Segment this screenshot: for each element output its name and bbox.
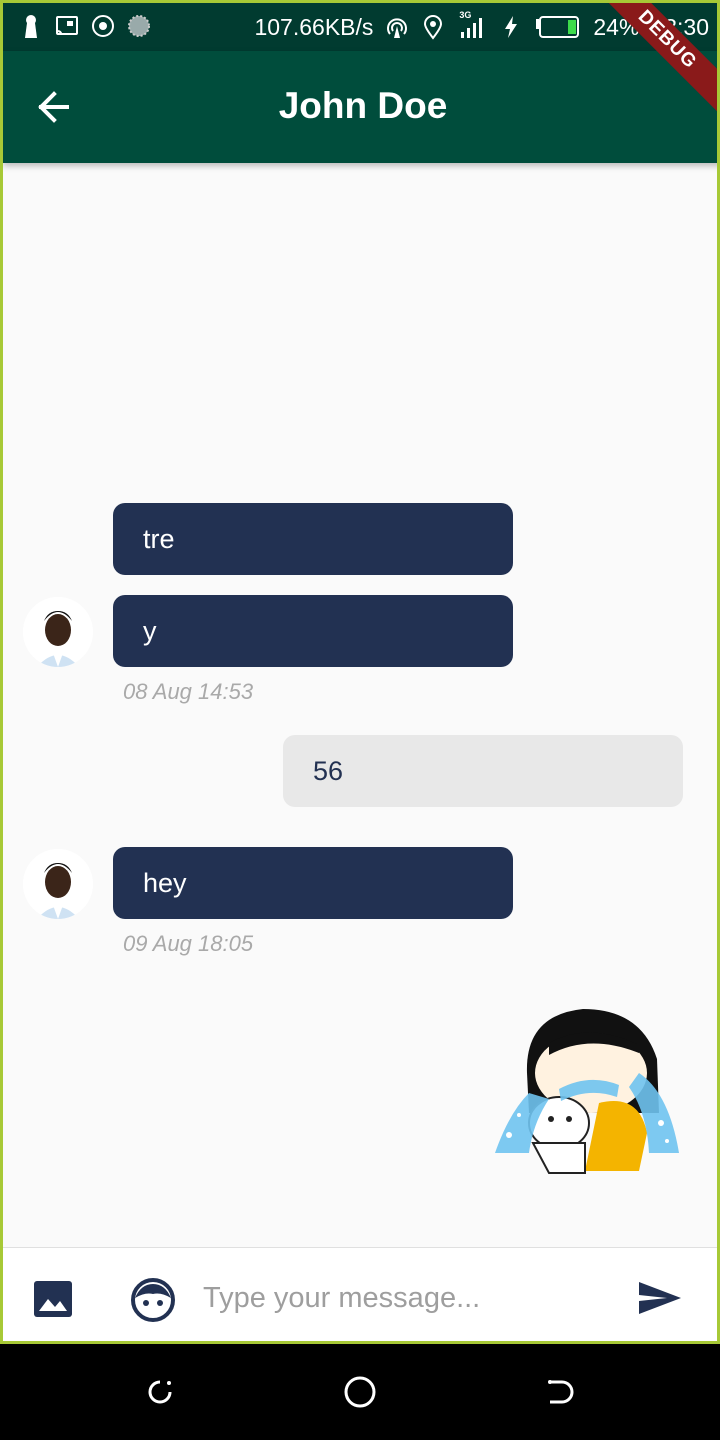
send-icon[interactable] — [637, 1280, 683, 1316]
message-bubble-incoming[interactable]: tre — [113, 503, 513, 575]
battery-icon — [536, 16, 580, 38]
hotspot-icon — [387, 18, 408, 38]
face-icon[interactable] — [131, 1278, 175, 1322]
message-input[interactable] — [203, 1278, 603, 1318]
message-timestamp: 08 Aug 14:53 — [123, 679, 254, 704]
keyhole-icon — [25, 15, 37, 38]
page-title: John Doe — [278, 85, 448, 126]
message-text: 56 — [313, 755, 344, 786]
screencast-icon — [56, 16, 78, 35]
message-text: y — [143, 615, 157, 646]
app-bar: John Doe — [3, 51, 717, 163]
signal-icon: 3G — [457, 10, 487, 40]
status-bar: 107.66KB/s 3G 24% 23:30 — [3, 3, 717, 51]
recents-icon[interactable] — [142, 1374, 178, 1410]
loading-icon — [128, 15, 150, 37]
crying-girl-sticker[interactable] — [489, 1003, 685, 1175]
location-icon — [424, 15, 443, 40]
avatar[interactable] — [23, 849, 93, 919]
message-input-bar — [3, 1247, 717, 1341]
system-nav-bar — [0, 1344, 720, 1440]
target-icon — [92, 15, 114, 37]
charging-icon — [505, 16, 518, 38]
message-bubble-incoming[interactable]: y — [113, 595, 513, 667]
message-text: tre — [143, 523, 175, 554]
back-icon[interactable] — [540, 1374, 576, 1410]
message-bubble-outgoing[interactable]: 56 — [283, 735, 683, 807]
avatar[interactable] — [23, 597, 93, 667]
net-speed: 107.66KB/s — [254, 14, 374, 40]
image-icon[interactable] — [33, 1280, 73, 1318]
home-icon[interactable] — [342, 1374, 378, 1410]
message-bubble-incoming[interactable]: hey — [113, 847, 513, 919]
message-timestamp: 09 Aug 18:05 — [123, 931, 254, 956]
message-text: hey — [143, 867, 187, 898]
app-frame: 107.66KB/s 3G 24% 23:30 John Doe DEBUG t… — [0, 0, 720, 1344]
